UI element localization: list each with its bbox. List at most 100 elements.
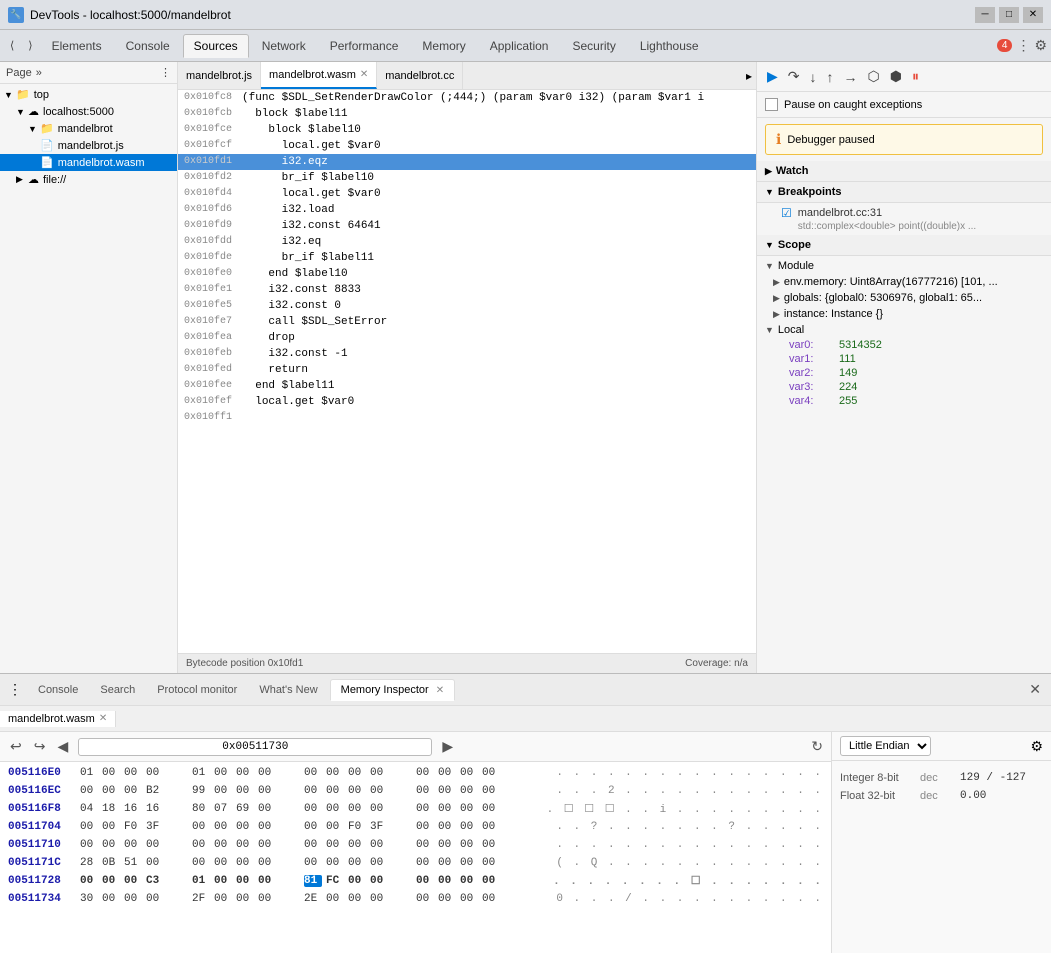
var0-val: 5314352 <box>839 339 882 351</box>
sidebar-item-mandelbrot-wasm[interactable]: 📄 mandelbrot.wasm <box>0 154 177 171</box>
memory-inspector-tab-label: Memory Inspector <box>341 684 429 696</box>
code-line-20: 0x010ff1 <box>178 410 756 426</box>
hex-row-3: 00511704 0000F03F 00000000 0000F03F 0000… <box>0 818 831 836</box>
tab-elements[interactable]: Elements <box>41 34 113 58</box>
title-bar-left: 🔧 DevTools - localhost:5000/mandelbrot <box>8 7 231 23</box>
debug-deactivate[interactable]: ⬡ <box>864 66 884 87</box>
hex-row-7: 00511734 30000000 2F000000 2E000000 0000… <box>0 890 831 908</box>
memory-address-input[interactable] <box>78 738 432 756</box>
var1-val: 111 <box>839 353 856 365</box>
memory-settings-button[interactable]: ⚙ <box>1030 738 1043 755</box>
scope-var0: var0: 5314352 <box>757 338 1051 352</box>
watch-section-header[interactable]: ▶ Watch <box>757 161 1051 182</box>
bottom-tab-search[interactable]: Search <box>90 680 145 700</box>
sidebar-item-file[interactable]: ▶ ☁ file:// <box>0 171 177 188</box>
sidebar-item-localhost[interactable]: ▼ ☁ localhost:5000 <box>0 103 177 120</box>
memory-prev[interactable]: ◀ <box>55 736 70 757</box>
tab-memory[interactable]: Memory <box>411 34 476 58</box>
bottom-tab-protocol[interactable]: Protocol monitor <box>147 680 247 700</box>
tree-arrow-mandelbrot: ▼ <box>28 124 40 134</box>
sidebar-item-top[interactable]: ▼ 📁 top <box>0 86 177 103</box>
tab-application[interactable]: Application <box>479 34 560 58</box>
more-options-button[interactable]: ⚙ <box>1034 37 1047 54</box>
debug-exception-settings[interactable]: ⬢ <box>886 66 906 87</box>
bytecode-position: Bytecode position 0x10fd1 <box>186 658 303 669</box>
folder-icon: 📁 <box>16 88 30 101</box>
scope-local[interactable]: ▼ Local <box>757 322 1051 338</box>
scope-module[interactable]: ▼ Module <box>757 258 1051 274</box>
pause-exceptions-checkbox[interactable] <box>765 98 778 111</box>
scope-section-header[interactable]: ▼ Scope <box>757 235 1051 256</box>
memory-inspector-tab-close[interactable]: ✕ <box>436 685 444 696</box>
tab-nav-forward[interactable]: ⟩ <box>22 35 38 56</box>
memory-file-tab-close[interactable]: ✕ <box>99 713 107 724</box>
tab-lighthouse[interactable]: Lighthouse <box>629 34 710 58</box>
sidebar-item-file-label: file:// <box>43 174 66 186</box>
breakpoint-checkbox[interactable]: ☑ <box>781 206 792 220</box>
tab-security[interactable]: Security <box>561 34 626 58</box>
bottom-tab-whats-new[interactable]: What's New <box>249 680 327 700</box>
scope-env-memory[interactable]: ▶ env.memory: Uint8Array(16777216) [101,… <box>757 274 1051 290</box>
memory-file-label: mandelbrot.wasm <box>8 713 95 725</box>
debug-step[interactable]: → <box>840 67 862 87</box>
bottom-panel-menu[interactable]: ⋮ <box>4 681 26 698</box>
minimize-button[interactable]: ─ <box>975 7 995 23</box>
settings-button[interactable]: ⋮ <box>1016 37 1030 54</box>
file-sidebar: Page » ⋮ ▼ 📁 top ▼ ☁ localhost:5000 <box>0 62 178 673</box>
code-line-15: 0x010fea drop <box>178 330 756 346</box>
sidebar-expand-icon[interactable]: » <box>36 67 42 79</box>
debug-step-over[interactable]: ↷ <box>784 66 804 87</box>
tab-sources[interactable]: Sources <box>183 34 249 58</box>
sidebar-item-mandelbrot[interactable]: ▼ 📁 mandelbrot <box>0 120 177 137</box>
bottom-panel-close[interactable]: ✕ <box>1023 679 1047 700</box>
debugger-paused-banner: ℹ Debugger paused <box>765 124 1043 155</box>
tab-bar-right: 4 ⋮ ⚙ <box>997 37 1047 54</box>
tab-nav-arrows: ⟨ ⟩ <box>4 35 39 56</box>
source-tab-wasm-close[interactable]: ✕ <box>360 69 368 80</box>
tab-network[interactable]: Network <box>251 34 317 58</box>
tab-performance[interactable]: Performance <box>319 34 410 58</box>
close-button[interactable]: ✕ <box>1023 7 1043 23</box>
debug-pause-indicator[interactable]: ⏸ <box>908 66 923 87</box>
bottom-tab-memory-inspector[interactable]: Memory Inspector ✕ <box>330 679 455 701</box>
maximize-button[interactable]: □ <box>999 7 1019 23</box>
source-tab-more[interactable]: ▸ <box>746 69 752 83</box>
memory-refresh-button[interactable]: ↻ <box>811 738 823 755</box>
sidebar-item-mandelbrot-js[interactable]: 📄 mandelbrot.js <box>0 137 177 154</box>
debug-resume[interactable]: ▶ <box>763 66 782 87</box>
type-row-int8: Integer 8-bit dec 129 / -127 <box>840 769 1043 787</box>
code-line-0: 0x010fc8 (func $SDL_SetRenderDrawColor (… <box>178 90 756 106</box>
bottom-tab-console[interactable]: Console <box>28 680 88 700</box>
tab-nav-back[interactable]: ⟨ <box>4 35 20 56</box>
scope-var2: var2: 149 <box>757 366 1051 380</box>
code-viewer[interactable]: 0x010fc8 (func $SDL_SetRenderDrawColor (… <box>178 90 756 653</box>
domain-icon: ☁ <box>28 105 39 118</box>
debug-step-into[interactable]: ↓ <box>806 67 821 87</box>
source-tab-js[interactable]: mandelbrot.js <box>178 62 261 89</box>
memory-file-tab[interactable]: mandelbrot.wasm ✕ <box>0 711 116 727</box>
source-tab-wasm[interactable]: mandelbrot.wasm ✕ <box>261 62 377 89</box>
source-tab-js-label: mandelbrot.js <box>186 70 252 82</box>
scope-globals-label: globals: {global0: 5306976, global1: 65.… <box>784 292 982 304</box>
var2-val: 149 <box>839 367 857 379</box>
endian-selector[interactable]: Little Endian Big Endian <box>840 736 931 756</box>
breakpoints-section-header[interactable]: ▼ Breakpoints <box>757 182 1051 203</box>
bottom-tabs: ⋮ Console Search Protocol monitor What's… <box>0 674 1051 706</box>
code-line-1: 0x010fcb block $label11 <box>178 106 756 122</box>
bottom-panel: ⋮ Console Search Protocol monitor What's… <box>0 673 1051 953</box>
scope-globals[interactable]: ▶ globals: {global0: 5306976, global1: 6… <box>757 290 1051 306</box>
memory-redo[interactable]: ↪ <box>32 736 48 757</box>
source-tab-cc[interactable]: mandelbrot.cc <box>377 62 463 89</box>
debug-step-out[interactable]: ↑ <box>823 67 838 87</box>
int8-format: dec <box>920 772 960 784</box>
memory-hex-view[interactable]: 005116E0 01000000 01000000 00000000 0000… <box>0 762 831 953</box>
tab-console[interactable]: Console <box>115 34 181 58</box>
scope-var1: var1: 111 <box>757 352 1051 366</box>
scope-instance[interactable]: ▶ instance: Instance {} <box>757 306 1051 322</box>
scope-module-label: Module <box>778 260 814 272</box>
sidebar-page-label: Page <box>6 67 32 79</box>
var3-val: 224 <box>839 381 857 393</box>
memory-next[interactable]: ▶ <box>440 736 455 757</box>
memory-undo[interactable]: ↩ <box>8 736 24 757</box>
sidebar-menu-icon[interactable]: ⋮ <box>160 66 171 79</box>
